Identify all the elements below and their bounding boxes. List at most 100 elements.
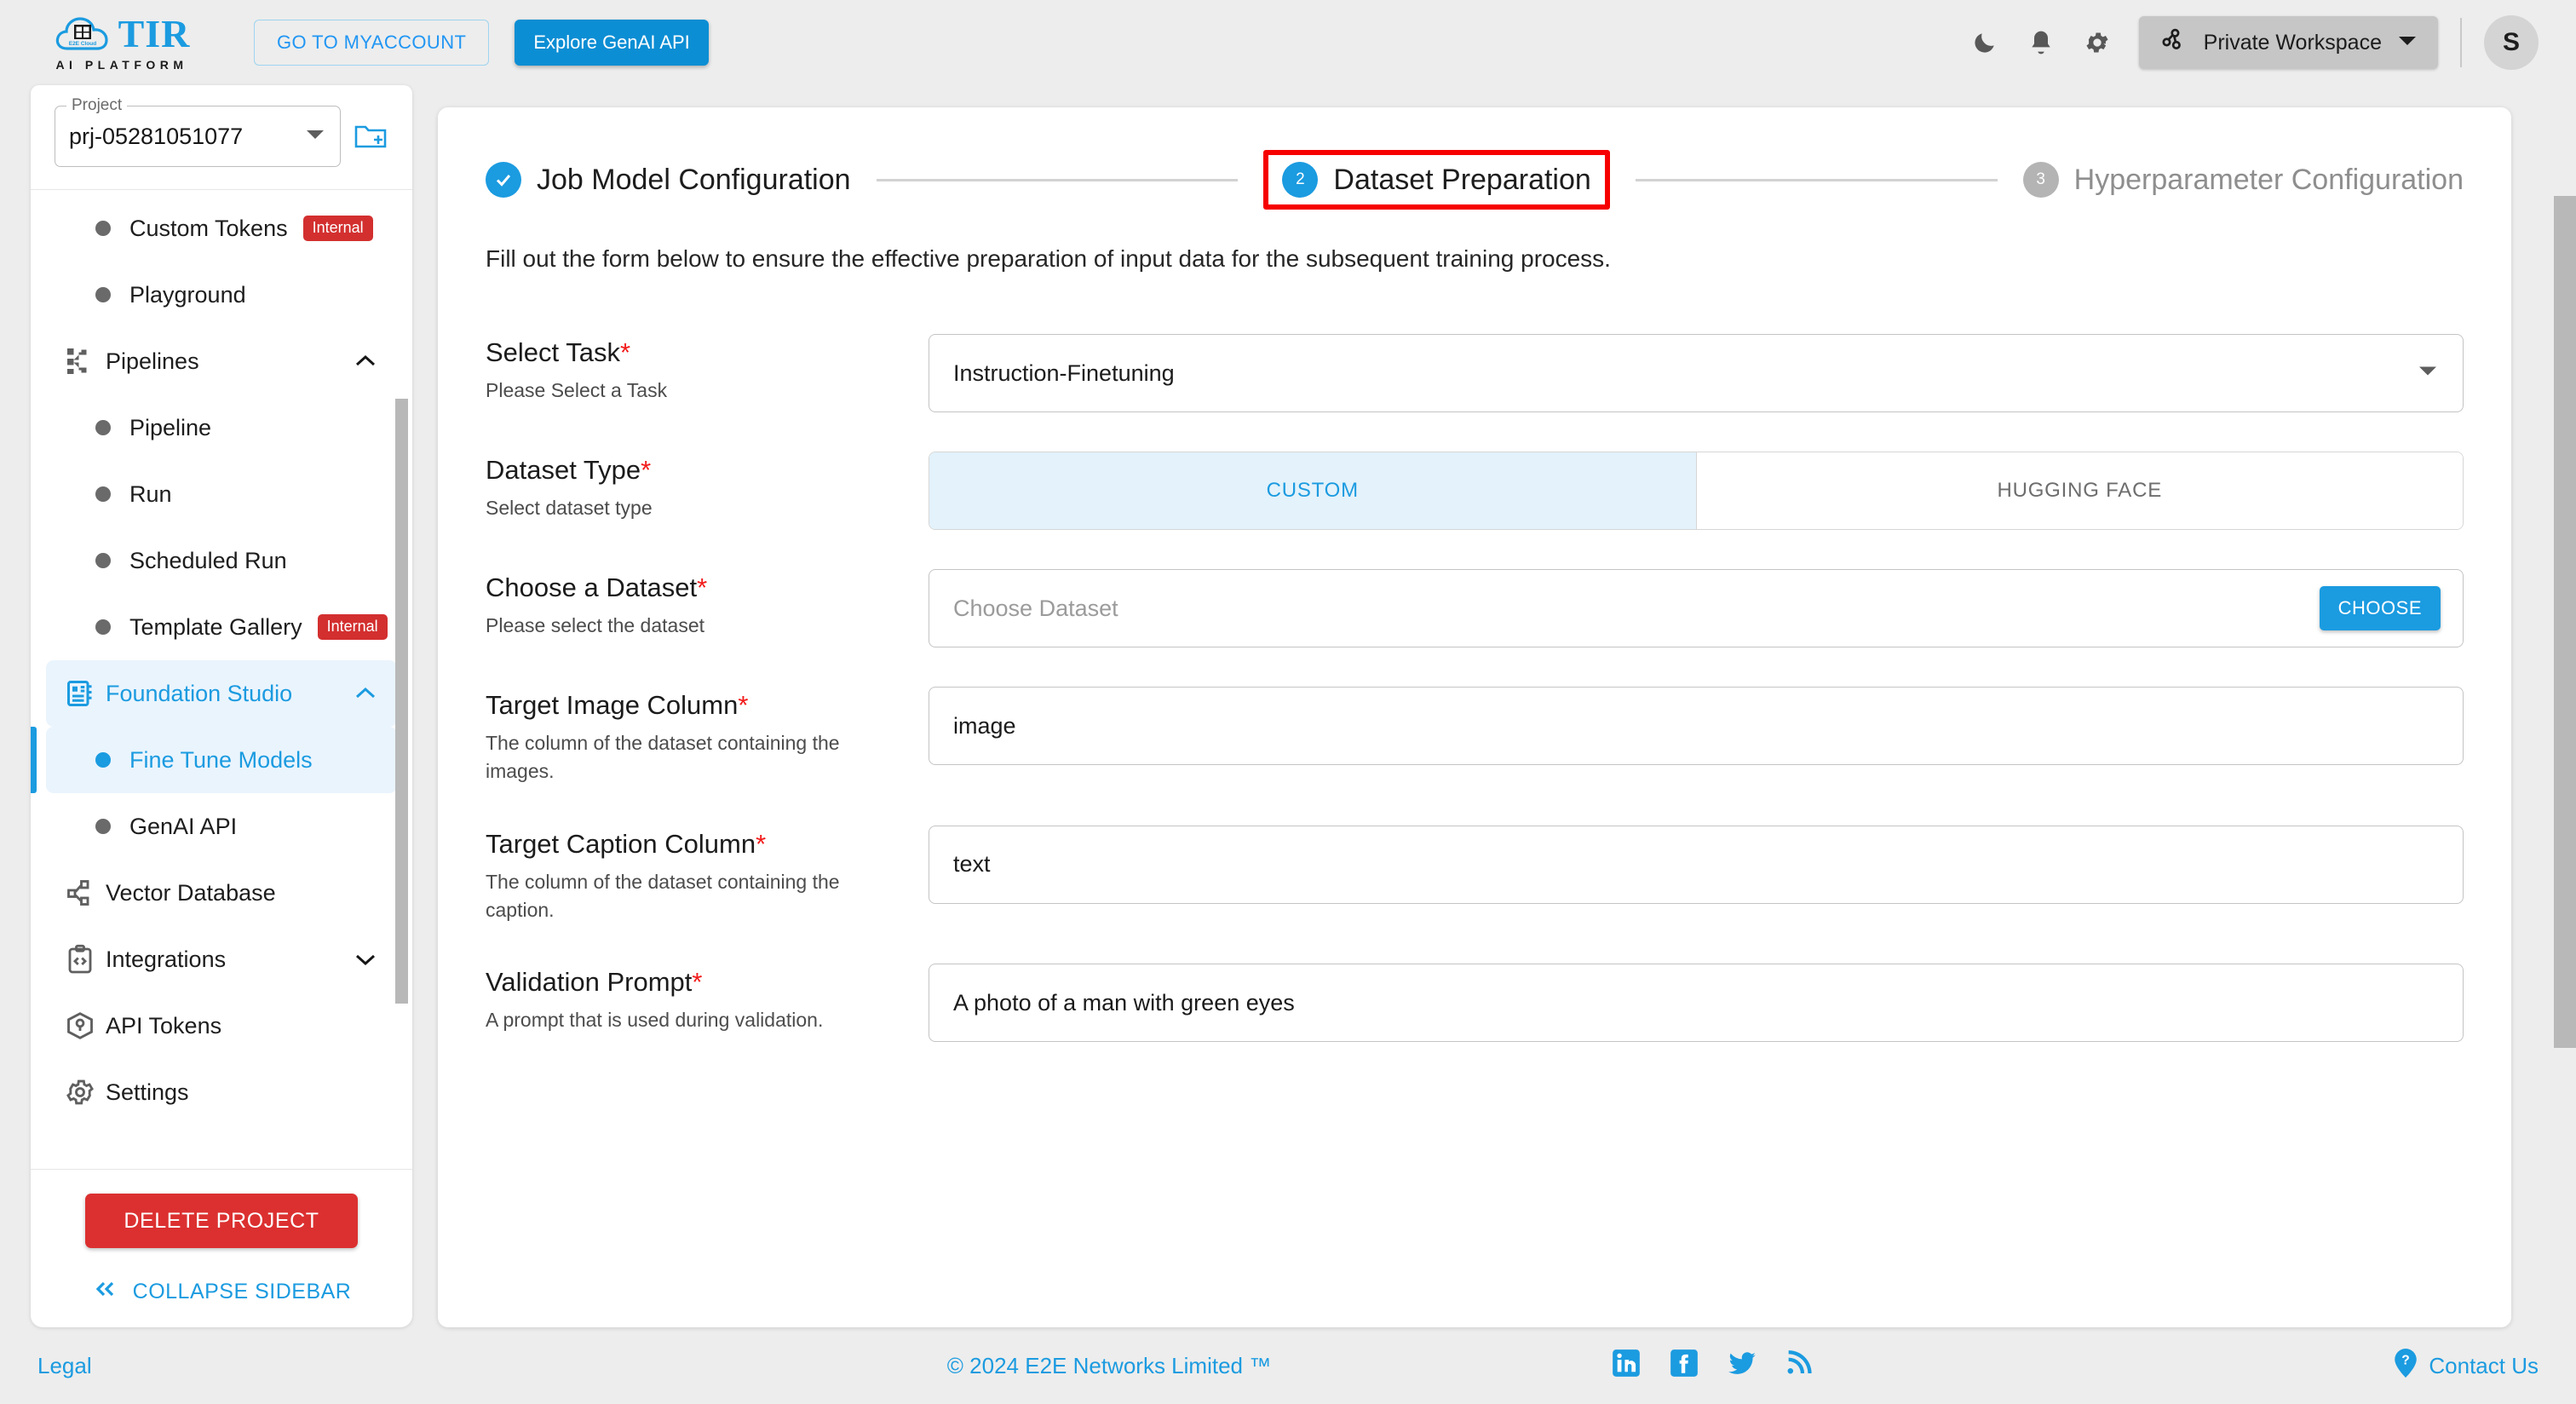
dot-icon: [95, 553, 111, 568]
sidebar-nav: Custom Tokens Internal Playground Pipeli…: [31, 190, 412, 1134]
dot-icon: [95, 819, 111, 834]
contact-us-link[interactable]: ? Contact Us: [2391, 1347, 2539, 1385]
step-dataset-preparation[interactable]: 2 Dataset Preparation: [1263, 150, 1610, 210]
dataset-preparation-card: Job Model Configuration 2 Dataset Prepar…: [438, 107, 2511, 1327]
header-actions: Private Workspace S: [1957, 14, 2576, 71]
sidebar-item-playground[interactable]: Playground: [46, 262, 397, 328]
new-folder-icon[interactable]: [353, 121, 388, 152]
sidebar-item-fine-tune-models[interactable]: Fine Tune Models: [31, 727, 397, 793]
field-control: A photo of a man with green eyes: [929, 964, 2464, 1043]
settings-gear-icon: [65, 1077, 106, 1108]
field-label-group: Select Task* Please Select a Task: [486, 334, 929, 405]
page-footer: Legal © 2024 E2E Networks Limited ™ ? Co…: [0, 1327, 2576, 1404]
sidebar-item-custom-tokens[interactable]: Custom Tokens Internal: [46, 195, 397, 262]
svg-text:E2E Cloud: E2E Cloud: [68, 41, 96, 47]
target-caption-column-input[interactable]: text: [929, 825, 2464, 904]
field-label-group: Dataset Type* Select dataset type: [486, 452, 929, 522]
choose-dataset-placeholder: Choose Dataset: [953, 595, 1118, 621]
sidebar: Project prj-05281051077 Custom Tokens In…: [31, 85, 412, 1327]
dataset-type-option-custom[interactable]: CUSTOM: [929, 452, 1696, 529]
go-to-myaccount-button[interactable]: GO TO MYACCOUNT: [254, 20, 490, 66]
workspace-label: Private Workspace: [2203, 30, 2382, 55]
vector-database-icon: [65, 878, 106, 908]
field-select-task: Select Task* Please Select a Task Instru…: [486, 334, 2464, 412]
sidebar-item-run[interactable]: Run: [46, 461, 397, 527]
sidebar-item-label: Settings: [106, 1079, 189, 1105]
internal-badge: Internal: [302, 216, 373, 241]
form-subtitle: Fill out the form below to ensure the ef…: [486, 245, 1611, 272]
workspace-icon: [2159, 26, 2188, 60]
twitter-icon[interactable]: [1726, 1347, 1758, 1385]
avatar[interactable]: S: [2484, 15, 2539, 70]
workspace-selector[interactable]: Private Workspace: [2138, 16, 2438, 69]
field-hint: The column of the dataset containing the…: [486, 870, 840, 922]
brand-logo[interactable]: E2E Cloud TIR AI PLATFORM: [41, 14, 203, 72]
sidebar-item-pipeline[interactable]: Pipeline: [46, 394, 397, 461]
moon-icon[interactable]: [1957, 14, 2013, 71]
field-choose-dataset: Choose a Dataset* Please select the data…: [486, 569, 2464, 647]
bell-icon[interactable]: [2013, 14, 2069, 71]
sidebar-item-label: Fine Tune Models: [129, 746, 313, 773]
page-scrollbar-thumb[interactable]: [2554, 196, 2576, 1048]
sidebar-item-api-tokens[interactable]: API Tokens: [46, 993, 397, 1059]
field-dataset-type: Dataset Type* Select dataset type CUSTOM…: [486, 452, 2464, 530]
sidebar-item-settings[interactable]: Settings: [46, 1059, 397, 1125]
dot-icon: [95, 221, 111, 236]
sidebar-item-genai-api[interactable]: GenAI API: [46, 793, 397, 860]
choose-dataset-field[interactable]: Choose Dataset CHOOSE: [929, 569, 2464, 647]
field-hint: The column of the dataset containing the…: [486, 732, 840, 783]
sidebar-item-label: API Tokens: [106, 1012, 222, 1039]
select-task-dropdown[interactable]: Instruction-Finetuning: [929, 334, 2464, 412]
top-header: E2E Cloud TIR AI PLATFORM GO TO MYACCOUN…: [0, 0, 2576, 85]
delete-project-button[interactable]: DELETE PROJECT: [85, 1194, 358, 1248]
sidebar-item-label: Pipelines: [106, 348, 199, 374]
help-marker-icon: ?: [2391, 1347, 2420, 1385]
sidebar-item-vector-database[interactable]: Vector Database: [46, 860, 397, 926]
step-hyperparameter-configuration[interactable]: 3 Hyperparameter Configuration: [2022, 162, 2464, 198]
validation-prompt-input[interactable]: A photo of a man with green eyes: [929, 964, 2464, 1043]
field-label-group: Target Image Column* The column of the d…: [486, 687, 929, 786]
explore-genai-api-button[interactable]: Explore GenAI API: [515, 20, 709, 66]
copyright-text: © 2024 E2E Networks Limited ™: [946, 1352, 1272, 1378]
field-control: Instruction-Finetuning: [929, 334, 2464, 412]
collapse-sidebar-button[interactable]: COLLAPSE SIDEBAR: [92, 1279, 352, 1305]
dataset-type-option-hugging-face[interactable]: HUGGING FACE: [1695, 452, 2463, 529]
app-root: E2E Cloud TIR AI PLATFORM GO TO MYACCOUN…: [0, 0, 2576, 1404]
legal-link[interactable]: Legal: [37, 1353, 92, 1379]
step-number: 3: [2022, 162, 2059, 198]
field-validation-prompt: Validation Prompt* A prompt that is used…: [486, 964, 2464, 1043]
sidebar-scrollbar-thumb[interactable]: [395, 399, 408, 1004]
field-hint: Please select the dataset: [486, 614, 704, 636]
select-task-value: Instruction-Finetuning: [953, 360, 1175, 386]
gear-icon[interactable]: [2069, 14, 2125, 71]
linkedin-icon[interactable]: [1610, 1347, 1642, 1385]
field-control: image: [929, 687, 2464, 765]
step-done-check-icon: [486, 162, 521, 198]
dot-icon: [95, 619, 111, 635]
active-indicator: [31, 727, 37, 793]
rss-icon[interactable]: [1784, 1347, 1813, 1385]
sidebar-item-label: Pipeline: [129, 414, 212, 440]
facebook-icon[interactable]: [1668, 1347, 1700, 1385]
sidebar-item-template-gallery[interactable]: Template Gallery Internal: [46, 594, 397, 660]
dropdown-caret-icon: [304, 128, 326, 146]
sidebar-item-integrations[interactable]: Integrations: [46, 926, 397, 993]
field-title: Select Task*: [486, 337, 631, 367]
sidebar-scrollbar[interactable]: [395, 190, 408, 1169]
sidebar-item-label: Run: [129, 480, 172, 507]
project-select[interactable]: Project prj-05281051077: [55, 96, 341, 167]
choose-button[interactable]: CHOOSE: [2319, 586, 2441, 630]
sidebar-item-pipelines[interactable]: Pipelines: [46, 328, 397, 394]
field-target-caption-column: Target Caption Column* The column of the…: [486, 825, 2464, 925]
sidebar-item-label: Custom Tokens: [129, 215, 288, 241]
sidebar-item-foundation-studio[interactable]: Foundation Studio: [46, 660, 397, 727]
step-label: Hyperparameter Configuration: [2073, 163, 2464, 196]
sidebar-item-scheduled-run[interactable]: Scheduled Run: [46, 527, 397, 594]
collapse-sidebar-label: COLLAPSE SIDEBAR: [132, 1280, 352, 1303]
step-job-model-configuration[interactable]: Job Model Configuration: [486, 162, 851, 198]
sidebar-item-label: GenAI API: [129, 813, 238, 839]
chevron-down-icon: [353, 951, 378, 968]
dataset-preparation-form: Select Task* Please Select a Task Instru…: [438, 273, 2511, 1043]
target-image-column-input[interactable]: image: [929, 687, 2464, 765]
wizard-stepper: Job Model Configuration 2 Dataset Prepar…: [438, 107, 2511, 210]
